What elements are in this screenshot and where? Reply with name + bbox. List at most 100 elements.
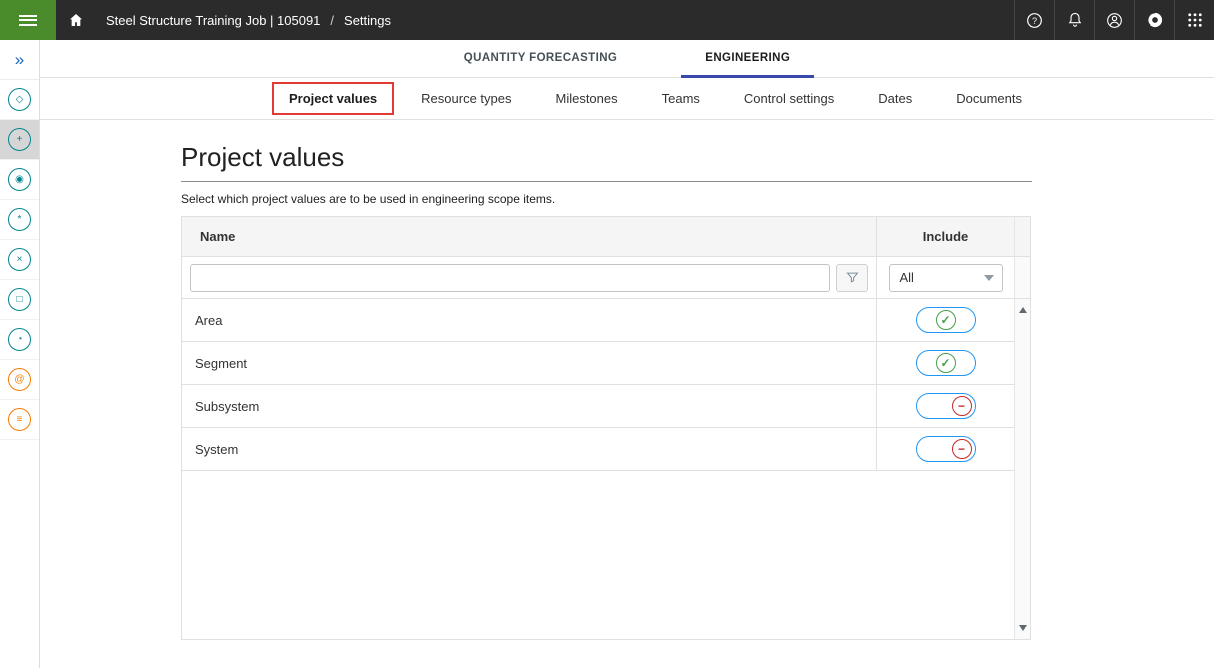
include-filter-cell: All: [877, 257, 1014, 298]
filter-button[interactable]: [836, 264, 868, 292]
page-description: Select which project values are to be us…: [181, 192, 1032, 206]
sidebar-item-gauge[interactable]: ◔: [0, 320, 39, 360]
scroll-up-icon[interactable]: [1019, 307, 1027, 313]
tab-label: QUANTITY FORECASTING: [464, 52, 617, 64]
settings-content: Project values Select which project valu…: [181, 120, 1032, 640]
filter-spacer: [1014, 257, 1030, 298]
svg-text:?: ?: [1032, 15, 1037, 25]
help-icon: ?: [1025, 11, 1044, 30]
row-include-cell: [877, 385, 1014, 427]
scroll-down-icon[interactable]: [1019, 625, 1027, 631]
apps-grid-icon: [1186, 11, 1204, 29]
module-sidebar: ◇ + ◉ * × □ ◔ @ ≡: [0, 40, 40, 668]
project-values-table: Name Include All A: [181, 216, 1031, 640]
subtab-label: Control settings: [744, 91, 834, 106]
expand-sidebar-button[interactable]: [0, 40, 39, 80]
include-toggle[interactable]: [916, 307, 976, 333]
person-icon: [1105, 11, 1124, 30]
cross-icon: ×: [8, 248, 31, 271]
table-header: Name Include: [182, 217, 1030, 257]
row-include-cell: [877, 342, 1014, 384]
sidebar-item-list[interactable]: ≡: [0, 400, 39, 440]
subtab-label: Milestones: [555, 91, 617, 106]
breadcrumb-job[interactable]: Steel Structure Training Job | 105091: [106, 13, 320, 28]
target-icon: ◉: [8, 168, 31, 191]
tab-quantity-forecasting[interactable]: QUANTITY FORECASTING: [440, 40, 641, 78]
sidebar-item-diamond[interactable]: ◇: [0, 80, 39, 120]
sidebar-item-cube[interactable]: □: [0, 280, 39, 320]
column-header-name: Name: [182, 217, 877, 256]
sidebar-item-target[interactable]: ◉: [0, 160, 39, 200]
subtab-label: Teams: [662, 91, 700, 106]
account-button[interactable]: [1094, 0, 1134, 40]
table-scrollbar[interactable]: [1014, 299, 1030, 639]
row-name: Area: [182, 299, 877, 341]
app-bar: Steel Structure Training Job | 105091 / …: [0, 0, 1214, 40]
subtab-project-values[interactable]: Project values: [272, 82, 394, 115]
dropdown-value: All: [900, 270, 914, 285]
include-toggle[interactable]: [916, 393, 976, 419]
subtab-label: Documents: [956, 91, 1022, 106]
home-button[interactable]: [56, 0, 96, 40]
name-filter-cell: [182, 257, 877, 298]
subtab-documents[interactable]: Documents: [939, 82, 1039, 115]
subtab-dates[interactable]: Dates: [861, 82, 929, 115]
subtab-label: Project values: [289, 91, 377, 106]
row-include-cell: [877, 299, 1014, 341]
page-title: Project values: [181, 142, 1032, 173]
logo-icon: [1145, 10, 1165, 30]
minus-icon: [952, 439, 972, 459]
chevron-down-icon: [984, 275, 994, 281]
compass-icon: +: [8, 128, 31, 151]
table-row: System: [182, 428, 1014, 471]
sidebar-item-asterisk[interactable]: *: [0, 200, 39, 240]
tab-label: ENGINEERING: [705, 52, 790, 64]
logo-button[interactable]: [1134, 0, 1174, 40]
subtab-milestones[interactable]: Milestones: [538, 82, 634, 115]
gauge-icon: ◔: [8, 328, 31, 351]
funnel-icon: [845, 270, 860, 285]
diamond-icon: ◇: [8, 88, 31, 111]
column-header-include: Include: [877, 217, 1014, 256]
sidebar-item-compass[interactable]: +: [0, 120, 39, 160]
table-row: Area: [182, 299, 1014, 342]
sidebar-item-at-search[interactable]: @: [0, 360, 39, 400]
include-filter-dropdown[interactable]: All: [889, 264, 1003, 292]
notifications-button[interactable]: [1054, 0, 1094, 40]
subtab-control-settings[interactable]: Control settings: [727, 82, 851, 115]
list-icon: ≡: [8, 408, 31, 431]
subtab-teams[interactable]: Teams: [645, 82, 717, 115]
sidebar-item-cross[interactable]: ×: [0, 240, 39, 280]
cube-icon: □: [8, 288, 31, 311]
home-icon: [67, 11, 85, 29]
row-name: System: [182, 428, 877, 470]
sidebar-items: ◇ + ◉ * × □ ◔ @ ≡: [0, 80, 39, 440]
settings-subtabs: Project values Resource types Milestones…: [40, 78, 1214, 120]
hamburger-icon: [19, 12, 37, 28]
include-toggle[interactable]: [916, 436, 976, 462]
tab-engineering[interactable]: ENGINEERING: [681, 40, 814, 78]
table-row: Segment: [182, 342, 1014, 385]
topbar-actions: ?: [1014, 0, 1214, 40]
filter-row: All: [182, 257, 1030, 299]
title-divider: [181, 181, 1032, 182]
help-button[interactable]: ?: [1014, 0, 1054, 40]
table-body: Area Segment Subsystem System: [182, 299, 1014, 639]
include-toggle[interactable]: [916, 350, 976, 376]
breadcrumb: Steel Structure Training Job | 105091 / …: [106, 0, 391, 40]
check-icon: [936, 310, 956, 330]
primary-tabs: QUANTITY FORECASTING ENGINEERING: [40, 40, 1214, 78]
apps-button[interactable]: [1174, 0, 1214, 40]
menu-button[interactable]: [0, 0, 56, 40]
check-icon: [936, 353, 956, 373]
subtab-label: Resource types: [421, 91, 511, 106]
bell-icon: [1066, 11, 1084, 29]
breadcrumb-separator: /: [330, 13, 334, 28]
row-name: Segment: [182, 342, 877, 384]
table-row: Subsystem: [182, 385, 1014, 428]
name-filter-input[interactable]: [190, 264, 830, 292]
row-name: Subsystem: [182, 385, 877, 427]
subtab-resource-types[interactable]: Resource types: [404, 82, 528, 115]
row-include-cell: [877, 428, 1014, 470]
minus-icon: [952, 396, 972, 416]
